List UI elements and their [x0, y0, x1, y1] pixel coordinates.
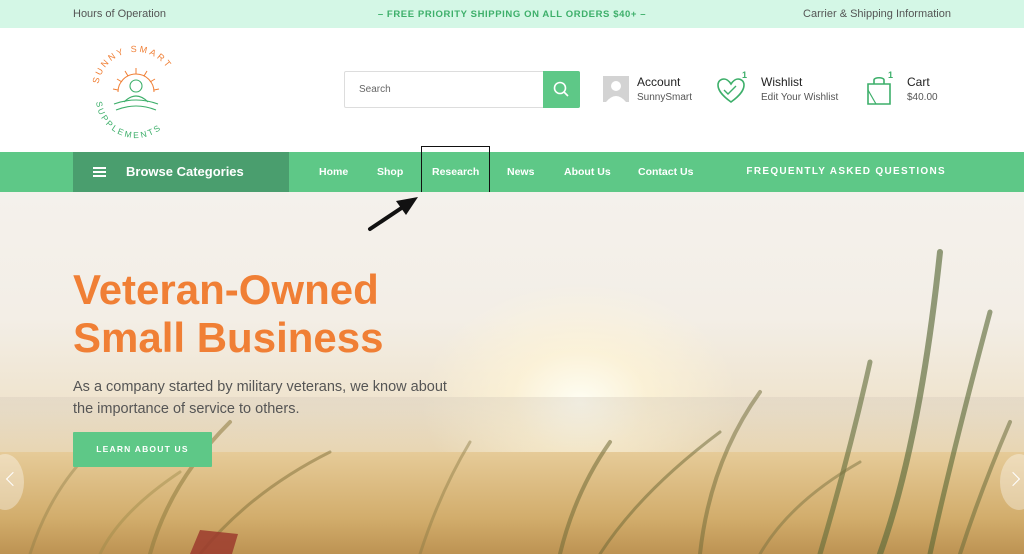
wishlist-count-badge: 1: [742, 70, 748, 80]
hero-subtitle: As a company started by military veteran…: [73, 379, 447, 417]
nav-link-shop[interactable]: Shop: [377, 166, 403, 178]
wishlist-title: Wishlist: [761, 75, 803, 89]
search-button[interactable]: [543, 71, 580, 108]
nav-link-contact-us[interactable]: Contact Us: [638, 166, 693, 178]
chevron-right-icon: [1005, 471, 1021, 487]
search-icon: [553, 81, 569, 97]
pointer-arrow-icon: [368, 197, 418, 231]
search-box: [344, 71, 580, 108]
carrier-shipping-info-link[interactable]: Carrier & Shipping Information: [803, 8, 951, 20]
wishlist-menu[interactable]: 1 Wishlist Edit Your Wishlist: [716, 70, 856, 106]
search-input[interactable]: [345, 72, 544, 107]
site-header: SUNNY SMART SUPPLEMENTS Search Account S…: [0, 28, 1024, 152]
browse-categories-label: Browse Categories: [126, 164, 244, 179]
sunny-smart-logo[interactable]: SUNNY SMART SUPPLEMENTS: [80, 38, 190, 142]
cart-menu[interactable]: 1 Cart $40.00: [864, 70, 964, 106]
chevron-left-icon: [5, 471, 21, 487]
hero-title-line2: Small Business: [73, 314, 384, 361]
cart-total: $40.00: [907, 92, 938, 103]
hero-banner: Veteran-Owned Small Business As a compan…: [0, 192, 1024, 554]
account-menu[interactable]: Account SunnySmart: [603, 74, 713, 106]
top-bar: Hours of Operation – FREE PRIORITY SHIPP…: [0, 0, 1024, 28]
nav-link-faq[interactable]: FREQUENTLY ASKED QUESTIONS: [746, 166, 946, 177]
hero-title: Veteran-Owned Small Business: [73, 266, 383, 362]
learn-about-us-button[interactable]: LEARN ABOUT US: [73, 432, 212, 467]
user-avatar-icon: [603, 76, 629, 102]
account-username: SunnySmart: [637, 92, 693, 103]
account-title: Account: [637, 75, 681, 89]
cart-title: Cart: [907, 75, 930, 89]
wishlist-subtitle: Edit Your Wishlist: [761, 92, 839, 103]
browse-categories-button[interactable]: Browse Categories: [73, 152, 289, 192]
beach-grass-illustration: [28, 249, 1012, 554]
nav-link-news[interactable]: News: [507, 166, 534, 178]
hamburger-menu-icon: [93, 167, 106, 177]
svg-text:SUNNY SMART: SUNNY SMART: [91, 44, 175, 85]
nav-link-home[interactable]: Home: [319, 166, 348, 178]
main-navigation: Browse Categories Home Shop Research New…: [0, 152, 1024, 192]
cart-count-badge: 1: [888, 70, 894, 80]
hero-title-line1: Veteran-Owned: [73, 266, 379, 313]
nav-link-about-us[interactable]: About Us: [564, 166, 611, 178]
heart-icon: [717, 78, 745, 103]
